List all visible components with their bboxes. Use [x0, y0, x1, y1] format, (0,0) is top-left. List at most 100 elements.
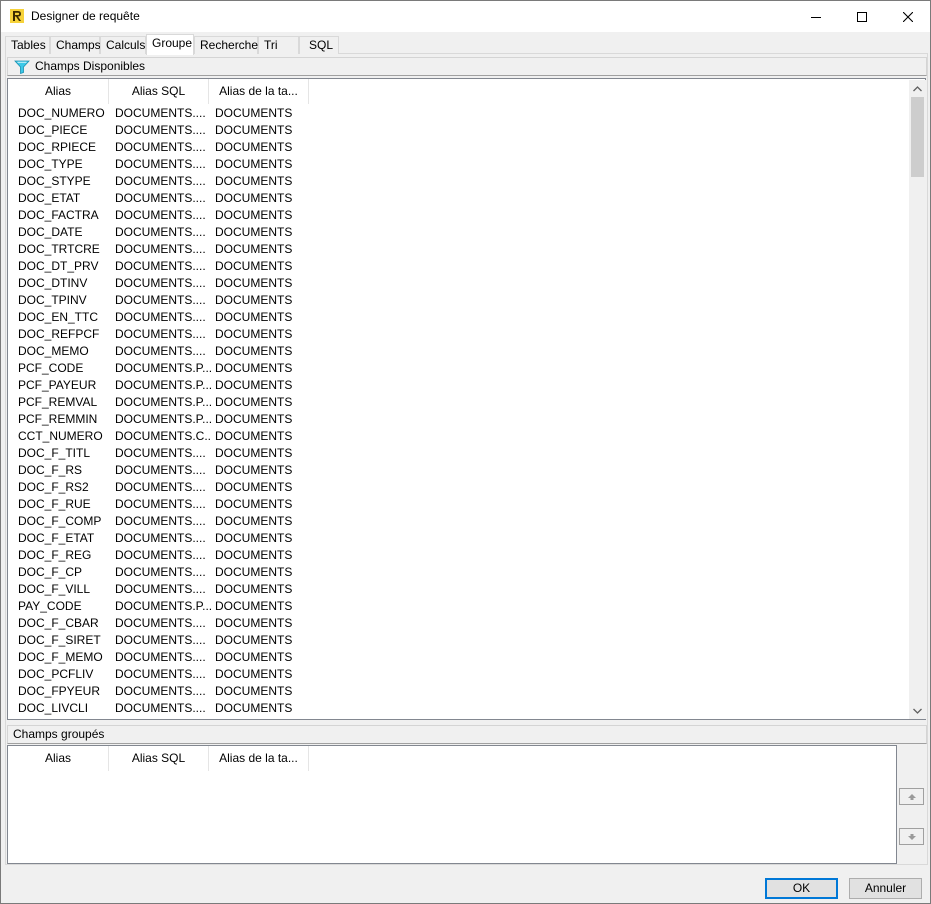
field-alias: DOC_TPINV: [18, 293, 87, 307]
table-row[interactable]: DOC_LIVCLI DOCUMENTS.... DOCUMENTS: [8, 700, 906, 717]
field-table-alias: DOCUMENTS: [215, 531, 293, 545]
table-row[interactable]: DOC_FPYEUR DOCUMENTS.... DOCUMENTS: [8, 683, 906, 700]
tab-tables[interactable]: Tables: [5, 36, 50, 54]
field-alias-sql: DOCUMENTS....: [115, 327, 206, 341]
title-bar: Designer de requête: [1, 1, 930, 32]
grouped-fields-list[interactable]: Alias Alias SQL Alias de la ta...: [7, 745, 897, 864]
table-row[interactable]: PCF_CODE DOCUMENTS.P... DOCUMENTS: [8, 360, 906, 377]
vertical-scrollbar[interactable]: [909, 80, 926, 719]
field-alias-sql: DOCUMENTS.P...: [115, 361, 211, 375]
field-alias: PAY_CODE: [18, 599, 82, 613]
field-alias: DOC_F_COMP: [18, 514, 102, 528]
table-row[interactable]: DOC_F_TITL DOCUMENTS.... DOCUMENTS: [8, 445, 906, 462]
scroll-thumb[interactable]: [911, 97, 924, 177]
tab-groupe[interactable]: Groupe: [146, 34, 194, 55]
move-up-button[interactable]: [899, 788, 924, 805]
tab-label: Groupe: [152, 36, 193, 50]
maximize-button[interactable]: [839, 1, 885, 32]
table-row[interactable]: PAY_CODE DOCUMENTS.P... DOCUMENTS: [8, 598, 906, 615]
scroll-up-button[interactable]: [909, 80, 926, 97]
field-alias: DOC_F_CP: [18, 565, 83, 579]
chevron-down-icon: [913, 708, 922, 714]
field-alias-sql: DOCUMENTS....: [115, 208, 206, 222]
field-alias-sql: DOCUMENTS.P...: [115, 599, 211, 613]
field-alias-sql: DOCUMENTS....: [115, 633, 206, 647]
table-row[interactable]: DOC_RPIECE DOCUMENTS.... DOCUMENTS: [8, 139, 906, 156]
table-row[interactable]: DOC_DTINV DOCUMENTS.... DOCUMENTS: [8, 275, 906, 292]
column-header-alias-sql[interactable]: Alias SQL: [109, 746, 209, 771]
table-row[interactable]: DOC_FACTRA DOCUMENTS.... DOCUMENTS: [8, 207, 906, 224]
field-alias-sql: DOCUMENTS....: [115, 480, 206, 494]
table-row[interactable]: DOC_PCFLIV DOCUMENTS.... DOCUMENTS: [8, 666, 906, 683]
table-row[interactable]: DOC_NUMERO DOCUMENTS.... DOCUMENTS: [8, 105, 906, 122]
field-table-alias: DOCUMENTS: [215, 191, 293, 205]
table-row[interactable]: DOC_STYPE DOCUMENTS.... DOCUMENTS: [8, 173, 906, 190]
tab-champs[interactable]: Champs: [50, 36, 101, 54]
table-row[interactable]: DOC_F_ETAT DOCUMENTS.... DOCUMENTS: [8, 530, 906, 547]
table-row[interactable]: DOC_F_REG DOCUMENTS.... DOCUMENTS: [8, 547, 906, 564]
field-table-alias: DOCUMENTS: [215, 650, 293, 664]
table-row[interactable]: DOC_F_CBAR DOCUMENTS.... DOCUMENTS: [8, 615, 906, 632]
window-title: Designer de requête: [31, 9, 140, 23]
table-row[interactable]: DOC_DATE DOCUMENTS.... DOCUMENTS: [8, 224, 906, 241]
table-row[interactable]: DOC_F_RS2 DOCUMENTS.... DOCUMENTS: [8, 479, 906, 496]
field-table-alias: DOCUMENTS: [215, 259, 293, 273]
table-row[interactable]: PCF_REMVAL DOCUMENTS.P... DOCUMENTS: [8, 394, 906, 411]
table-row[interactable]: PCF_REMMIN DOCUMENTS.P... DOCUMENTS: [8, 411, 906, 428]
table-row[interactable]: DOC_EN_TTC DOCUMENTS.... DOCUMENTS: [8, 309, 906, 326]
tab-sql[interactable]: SQL: [299, 36, 339, 54]
table-row[interactable]: DOC_F_RUE DOCUMENTS.... DOCUMENTS: [8, 496, 906, 513]
cancel-button[interactable]: Annuler: [849, 878, 922, 899]
field-alias-sql: DOCUMENTS.P...: [115, 412, 211, 426]
field-table-alias: DOCUMENTS: [215, 633, 293, 647]
table-row[interactable]: DOC_F_MEMO DOCUMENTS.... DOCUMENTS: [8, 649, 906, 666]
table-row[interactable]: PCF_PAYEUR DOCUMENTS.P... DOCUMENTS: [8, 377, 906, 394]
field-alias-sql: DOCUMENTS....: [115, 225, 206, 239]
tab-recherche[interactable]: Recherche: [194, 36, 258, 54]
tab-calculs[interactable]: Calculs: [100, 36, 146, 54]
table-row[interactable]: DOC_F_COMP DOCUMENTS.... DOCUMENTS: [8, 513, 906, 530]
table-row[interactable]: DOC_F_CP DOCUMENTS.... DOCUMENTS: [8, 564, 906, 581]
available-fields-header: Champs Disponibles: [7, 57, 927, 76]
field-table-alias: DOCUMENTS: [215, 225, 293, 239]
field-table-alias: DOCUMENTS: [215, 344, 293, 358]
table-row[interactable]: DOC_DT_PRV DOCUMENTS.... DOCUMENTS: [8, 258, 906, 275]
column-header-alias[interactable]: Alias: [8, 746, 109, 771]
table-row[interactable]: CCT_NUMERO DOCUMENTS.C... DOCUMENTS: [8, 428, 906, 445]
field-alias-sql: DOCUMENTS....: [115, 276, 206, 290]
tab-label: Champs: [56, 38, 101, 52]
table-row[interactable]: DOC_F_RS DOCUMENTS.... DOCUMENTS: [8, 462, 906, 479]
field-alias: DOC_PIECE: [18, 123, 88, 137]
field-alias: CCT_NUMERO: [18, 429, 103, 443]
field-alias: PCF_PAYEUR: [18, 378, 97, 392]
table-row[interactable]: DOC_PIECE DOCUMENTS.... DOCUMENTS: [8, 122, 906, 139]
column-header-alias-table[interactable]: Alias de la ta...: [209, 79, 309, 104]
table-row[interactable]: DOC_MEMO DOCUMENTS.... DOCUMENTS: [8, 343, 906, 360]
table-row[interactable]: DOC_F_SIRET DOCUMENTS.... DOCUMENTS: [8, 632, 906, 649]
column-header-alias-table[interactable]: Alias de la ta...: [209, 746, 309, 771]
ok-button[interactable]: OK: [765, 878, 838, 899]
available-fields-list[interactable]: Alias Alias SQL Alias de la ta... DOC_NU…: [7, 78, 926, 720]
minimize-button[interactable]: [793, 1, 839, 32]
table-row[interactable]: DOC_TYPE DOCUMENTS.... DOCUMENTS: [8, 156, 906, 173]
field-table-alias: DOCUMENTS: [215, 412, 293, 426]
field-table-alias: DOCUMENTS: [215, 480, 293, 494]
scroll-down-button[interactable]: [909, 702, 926, 719]
table-row[interactable]: DOC_F_VILL DOCUMENTS.... DOCUMENTS: [8, 581, 906, 598]
column-header-alias[interactable]: Alias: [8, 79, 109, 104]
close-button[interactable]: [885, 1, 931, 32]
field-alias: DOC_F_MEMO: [18, 650, 103, 664]
table-row[interactable]: DOC_TPINV DOCUMENTS.... DOCUMENTS: [8, 292, 906, 309]
field-alias: DOC_F_CBAR: [18, 616, 99, 630]
maximize-icon: [857, 11, 867, 22]
table-row[interactable]: DOC_REFPCF DOCUMENTS.... DOCUMENTS: [8, 326, 906, 343]
move-down-button[interactable]: [899, 828, 924, 845]
column-header-alias-sql[interactable]: Alias SQL: [109, 79, 209, 104]
table-row[interactable]: DOC_TRTCRE DOCUMENTS.... DOCUMENTS: [8, 241, 906, 258]
tab-tri[interactable]: Tri: [258, 36, 299, 54]
table-row[interactable]: DOC_ETAT DOCUMENTS.... DOCUMENTS: [8, 190, 906, 207]
field-alias: DOC_ETAT: [18, 191, 81, 205]
field-table-alias: DOCUMENTS: [215, 123, 293, 137]
field-alias-sql: DOCUMENTS....: [115, 497, 206, 511]
field-table-alias: DOCUMENTS: [215, 548, 293, 562]
